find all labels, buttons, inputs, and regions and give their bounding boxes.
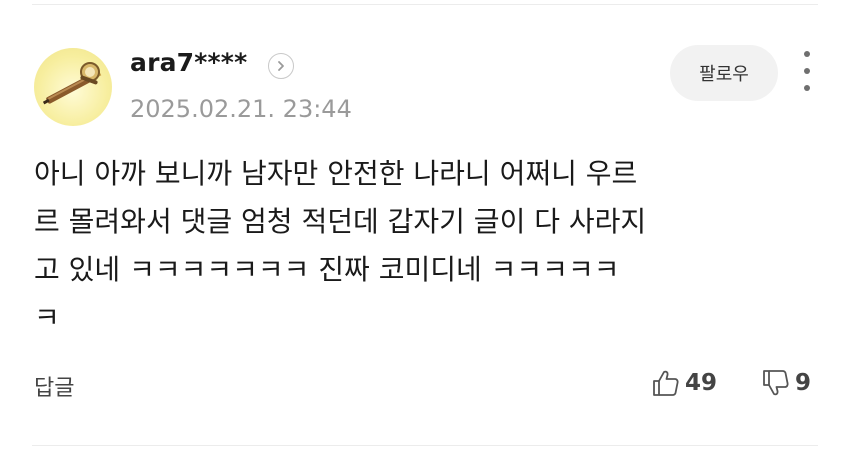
avatar-image <box>42 62 102 105</box>
like-button[interactable]: 49 <box>651 368 717 398</box>
dislike-count: 9 <box>795 370 812 396</box>
bottom-divider <box>32 445 818 446</box>
dislike-button[interactable]: 9 <box>761 368 811 398</box>
reply-button[interactable]: 답글 <box>34 370 74 402</box>
chevron-right-icon[interactable] <box>268 53 294 79</box>
comment-text: 아니 아까 보니까 남자만 안전한 나라니 어쩌니 우르 르 몰려와서 댓글 엄… <box>34 157 647 334</box>
more-dot <box>804 68 810 74</box>
thumbs-down-icon <box>763 370 789 396</box>
username[interactable]: ara7**** <box>130 48 247 77</box>
like-count: 49 <box>685 370 718 396</box>
top-divider <box>32 4 818 5</box>
thumbs-up-icon <box>653 370 679 396</box>
avatar[interactable] <box>34 48 112 126</box>
more-dot <box>804 85 810 91</box>
follow-button[interactable]: 팔로우 <box>670 45 778 101</box>
more-dot <box>804 51 810 57</box>
more-vertical-icon[interactable] <box>796 51 818 91</box>
comment-timestamp: 2025.02.21. 23:44 <box>130 95 352 123</box>
